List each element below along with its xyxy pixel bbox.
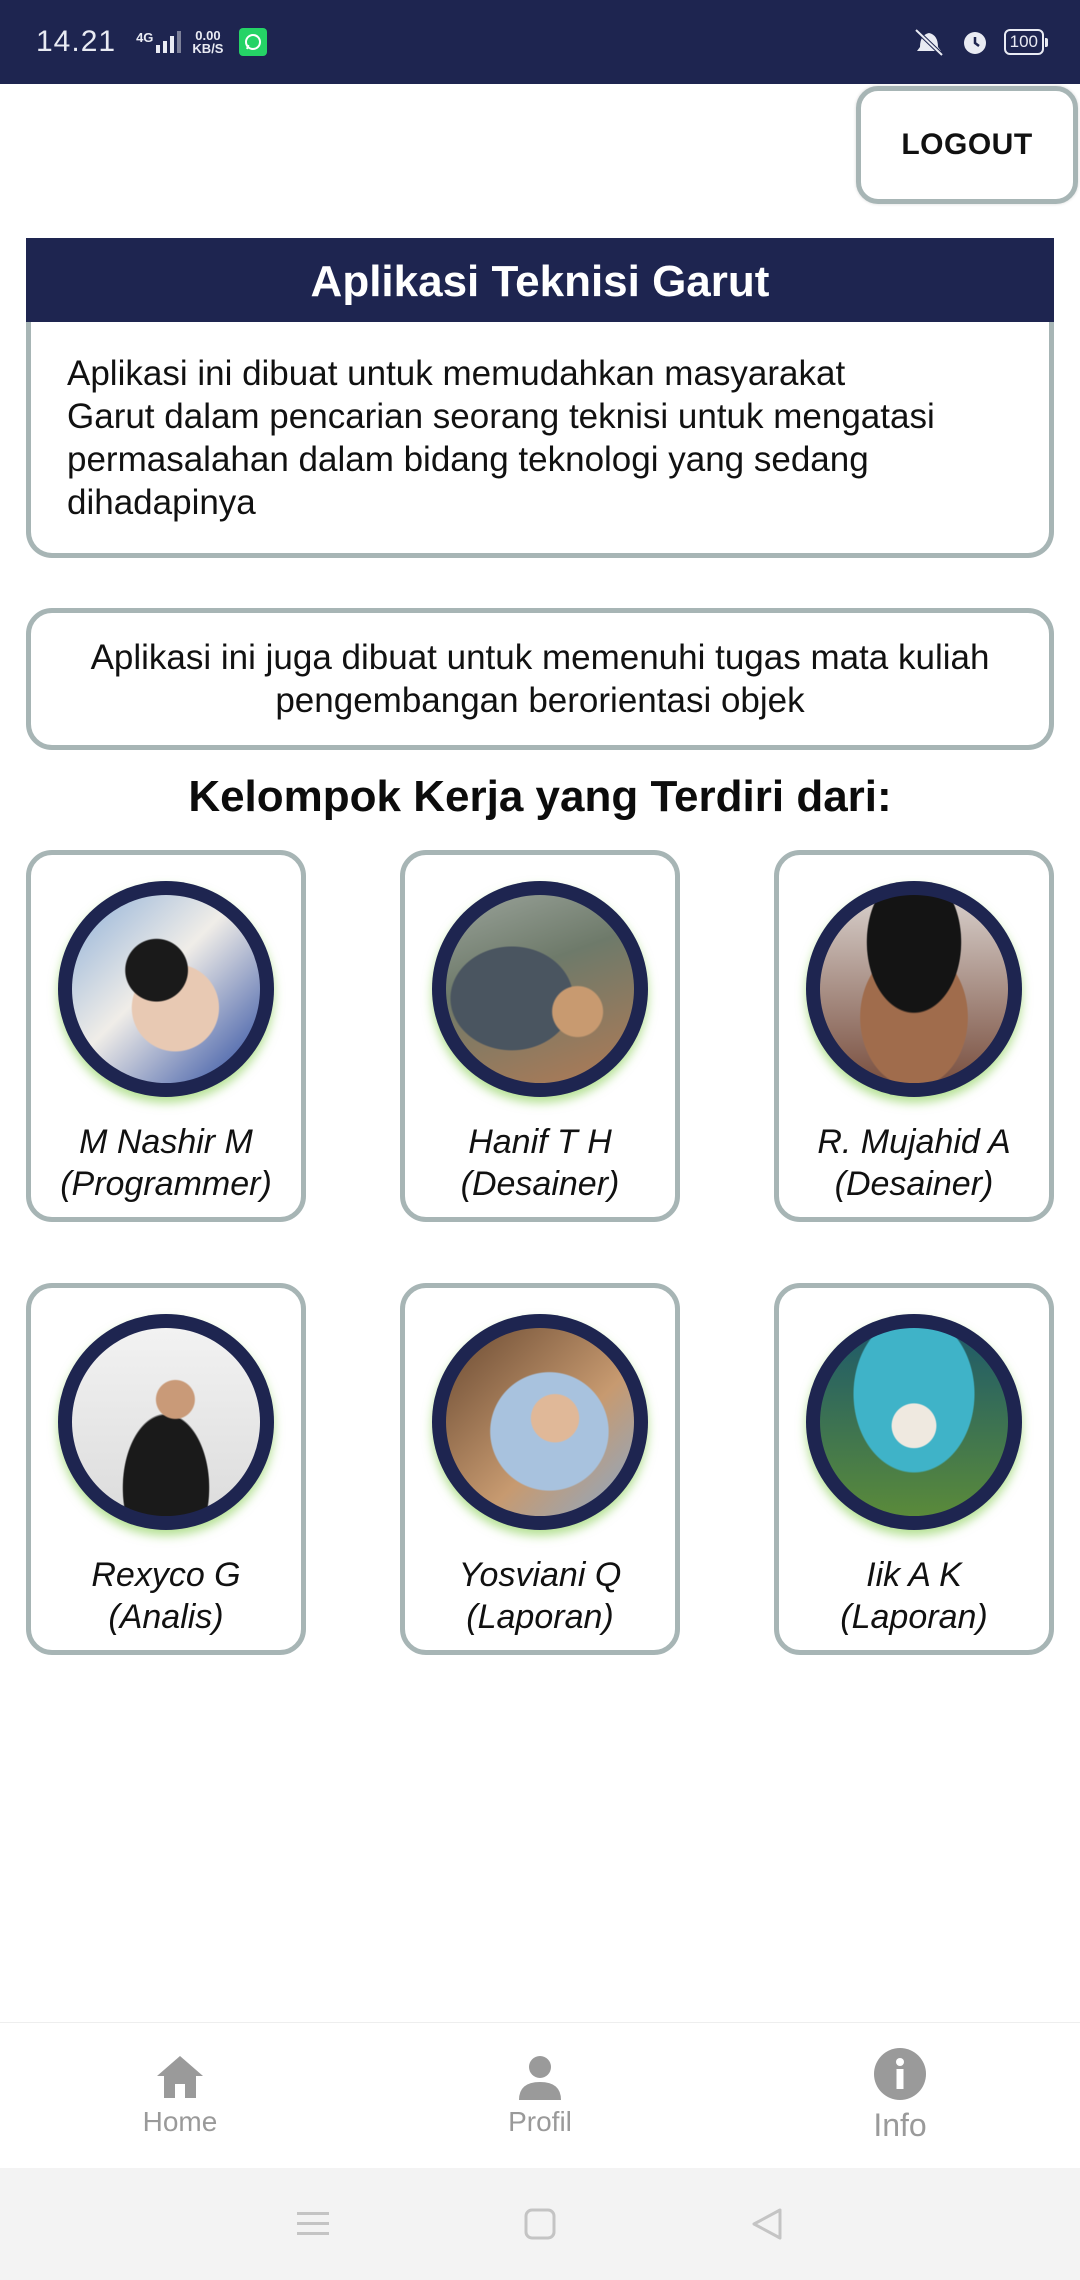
purpose-line: Aplikasi ini juga dibuat untuk memenuhi … xyxy=(90,638,990,677)
back-icon[interactable] xyxy=(750,2207,784,2241)
avatar xyxy=(58,881,274,1097)
status-bar: 14.21 4G 0.00 KB/S 100 xyxy=(0,0,1080,84)
menu-icon[interactable] xyxy=(296,2209,330,2239)
description-line: permasalahan dalam bidang teknologi yang… xyxy=(67,440,869,479)
purpose-line: pengembangan berorientasi objek xyxy=(275,681,805,720)
nav-item-profil[interactable]: Profil xyxy=(360,2023,720,2168)
avatar xyxy=(58,1314,274,1530)
description-line: Aplikasi ini dibuat untuk memudahkan mas… xyxy=(67,354,846,393)
status-time: 14.21 xyxy=(36,25,117,58)
member-name: M Nashir M xyxy=(79,1123,253,1161)
purpose-card: Aplikasi ini juga dibuat untuk memenuhi … xyxy=(26,608,1054,750)
nav-item-home[interactable]: Home xyxy=(0,2023,360,2168)
whatsapp-icon xyxy=(239,28,268,56)
status-left-icons: 4G 0.00 KB/S xyxy=(136,28,268,56)
info-icon xyxy=(874,2048,926,2100)
person-icon xyxy=(519,2055,561,2100)
avatar xyxy=(806,881,1022,1097)
battery-icon: 100 xyxy=(1003,29,1049,55)
nav-label-home: Home xyxy=(142,2105,218,2137)
member-photo xyxy=(446,1328,634,1516)
description-card: Aplikasi ini dibuat untuk memudahkan mas… xyxy=(26,322,1054,558)
member-card: M Nashir M (Programmer) xyxy=(26,850,306,1222)
avatar xyxy=(806,1314,1022,1530)
member-card: Rexyco G (Analis) xyxy=(26,1283,306,1655)
about-page: 14.21 4G 0.00 KB/S 100 LOGOUT Aplikasi T… xyxy=(0,0,1080,2280)
member-photo xyxy=(820,895,1008,1083)
member-name: Yosviani Q xyxy=(458,1556,622,1594)
member-role: (Desainer) xyxy=(834,1165,994,1203)
home-icon xyxy=(157,2055,203,2098)
nav-label-profil: Profil xyxy=(508,2105,572,2137)
member-photo xyxy=(72,1328,260,1516)
member-role: (Laporan) xyxy=(840,1598,988,1636)
nav-item-info[interactable]: Info xyxy=(720,2023,1080,2168)
description-line: dihadapinya xyxy=(67,483,256,522)
logout-button[interactable]: LOGOUT xyxy=(856,86,1078,204)
bottom-navigation: Home Profil Info xyxy=(0,2022,1080,2168)
member-card: Yosviani Q (Laporan) xyxy=(400,1283,680,1655)
member-photo xyxy=(820,1328,1008,1516)
member-role: (Desainer) xyxy=(460,1165,620,1203)
speed-unit: KB/S xyxy=(192,41,224,56)
avatar xyxy=(432,881,648,1097)
member-name: Iik A K xyxy=(866,1556,962,1594)
status-right-icons: 100 xyxy=(912,27,1049,57)
member-card: Iik A K (Laporan) xyxy=(774,1283,1054,1655)
vibrate-off-icon xyxy=(914,28,944,57)
description-line: Garut dalam pencarian seorang teknisi un… xyxy=(67,397,935,436)
member-role: (Analis) xyxy=(108,1598,224,1636)
member-card: Hanif T H (Desainer) xyxy=(400,850,680,1222)
battery-level: 100 xyxy=(1009,32,1038,51)
member-name: R. Mujahid A xyxy=(817,1123,1011,1161)
network-type: 4G xyxy=(136,30,154,45)
member-name: Rexyco G xyxy=(91,1556,241,1594)
signal-icon: 4G xyxy=(136,31,182,53)
data-speed: 0.00 KB/S xyxy=(192,29,223,55)
nav-label-info: Info xyxy=(873,2107,927,2143)
member-photo xyxy=(72,895,260,1083)
member-role: (Programmer) xyxy=(60,1165,272,1203)
system-navigation-bar xyxy=(0,2168,1080,2280)
page-title: Aplikasi Teknisi Garut xyxy=(26,238,1054,326)
alarm-icon xyxy=(963,32,986,54)
home-square-icon[interactable] xyxy=(523,2207,557,2241)
member-card: R. Mujahid A (Desainer) xyxy=(774,850,1054,1222)
avatar xyxy=(432,1314,648,1530)
member-photo xyxy=(446,895,634,1083)
group-heading: Kelompok Kerja yang Terdiri dari: xyxy=(188,772,892,821)
member-name: Hanif T H xyxy=(468,1123,612,1161)
member-role: (Laporan) xyxy=(466,1598,614,1636)
